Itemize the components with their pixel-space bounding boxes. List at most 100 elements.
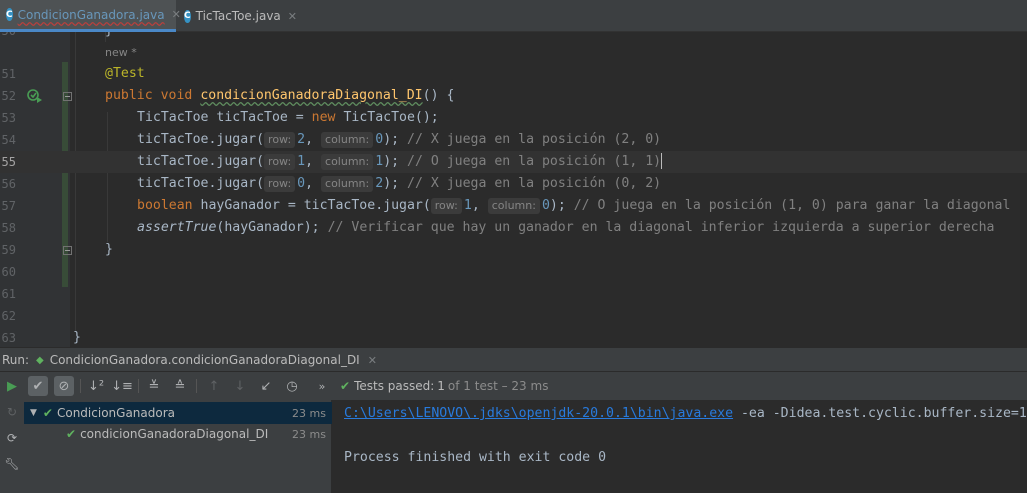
- separator: [196, 379, 197, 393]
- code-line: 51 @Test: [0, 63, 1027, 85]
- run-config-tab[interactable]: ◆ CondicionGanadora.condicionGanadoraDia…: [36, 348, 377, 372]
- fold-icon[interactable]: [63, 246, 72, 255]
- line-number: 56: [1, 177, 16, 191]
- separator: [138, 379, 139, 393]
- tab-label: TicTacToe.java: [195, 9, 281, 23]
- parameter-hint: row:: [264, 154, 296, 170]
- code-line: 54 ticTacToe.jugar(row: 2, column: 0); // …: [0, 129, 1027, 151]
- run-panel-header: Run: ◆ CondicionGanadora.condicionGanado…: [0, 347, 1027, 371]
- tab-condicion-ganadora[interactable]: C CondicionGanadora.java ✕: [0, 0, 181, 32]
- parameter-hint: row:: [430, 198, 462, 214]
- parameter-hint: row:: [264, 132, 296, 148]
- sort-by-duration-icon[interactable]: ↓≡: [111, 376, 133, 396]
- check-icon: ✔: [66, 427, 77, 441]
- parameter-hint: row:: [264, 176, 296, 192]
- expand-all-icon[interactable]: ≚: [144, 376, 164, 396]
- test-class-label: CondicionGanadora: [56, 406, 175, 420]
- code-text: }: [105, 32, 113, 42]
- show-ignored-icon[interactable]: ⊘: [54, 376, 74, 396]
- status-count: 1: [437, 379, 445, 393]
- console-line: C:\Users\LENOVO\.jdks\openjdk-20.0.1\bin…: [344, 403, 1027, 425]
- code-line: 56 ticTacToe.jugar(row: 0, column: 2); // …: [0, 173, 1027, 195]
- test-method-label: condicionGanadoraDiagonal_DI: [80, 427, 269, 441]
- line-number: 63: [1, 331, 16, 345]
- code-text: ticTacToe.jugar(row: 0, column: 2); // X j…: [137, 176, 662, 192]
- line-number: 61: [1, 287, 16, 301]
- rerun-icon[interactable]: ▶: [2, 376, 22, 396]
- code-text: }: [73, 330, 81, 345]
- line-number: 62: [1, 309, 16, 323]
- import-tests-icon[interactable]: ↙: [256, 376, 276, 396]
- line-number: 55: [1, 155, 16, 169]
- next-failed-icon[interactable]: ↓: [230, 376, 250, 396]
- text-caret: [661, 153, 663, 169]
- tab-tictactoe[interactable]: C TicTacToe.java ✕: [178, 0, 302, 32]
- tree-row-method[interactable]: ✔ condicionGanadoraDiagonal_DI 23 ms: [24, 423, 332, 445]
- code-text: ticTacToe.jugar(row: 1, column: 1); // O j…: [137, 153, 663, 170]
- code-text: ticTacToe.jugar(row: 2, column: 0); // X j…: [137, 132, 662, 148]
- chevron-down-icon[interactable]: ▼: [30, 408, 37, 418]
- line-number: 59: [1, 243, 16, 257]
- code-text: assertTrue(hayGanador); // Verificar que…: [137, 220, 995, 235]
- code-text: }: [105, 242, 113, 257]
- line-number: 50: [0, 32, 16, 42]
- collapse-all-icon[interactable]: ≙: [170, 376, 190, 396]
- sort-alphabetically-icon[interactable]: ↓²: [86, 376, 106, 396]
- check-icon: ✔: [42, 406, 53, 420]
- line-number: 57: [1, 199, 16, 213]
- rerun-failed-icon[interactable]: ↻: [2, 402, 22, 422]
- status-text: Tests passed:: [354, 379, 435, 393]
- close-icon[interactable]: ✕: [288, 10, 297, 23]
- code-line: 58 assertTrue(hayGanador); // Verificar …: [0, 217, 1027, 239]
- code-line: 60: [0, 261, 1027, 283]
- parameter-hint: column:: [487, 198, 540, 214]
- run-config-label: CondicionGanadora.condicionGanadoraDiago…: [49, 353, 360, 367]
- code-editor[interactable]: 50 } new * 51 @Test 52 public void condi…: [0, 32, 1027, 347]
- test-history-icon[interactable]: ◷: [282, 376, 302, 396]
- line-number: 54: [1, 133, 16, 147]
- toggle-auto-test-icon[interactable]: ⟳: [2, 428, 22, 448]
- tab-label: CondicionGanadora.java: [17, 7, 165, 22]
- test-tree: ▼ ✔ CondicionGanadora 23 ms ✔ condicionG…: [24, 400, 332, 493]
- wrench-icon[interactable]: 🔧︎: [2, 454, 22, 474]
- code-line: 57 boolean hayGanador = ticTacToe.jugar(…: [0, 195, 1027, 217]
- editor-tab-bar: C CondicionGanadora.java ✕ C TicTacToe.j…: [0, 0, 1027, 32]
- test-config-icon: ◆: [36, 354, 44, 366]
- test-runner-toolbar: ✔ ⊘ ↓² ↓≡ ≚ ≙ ↑ ↓ ↙ ◷ » ✔ Tests passed: …: [24, 372, 1027, 400]
- test-duration: 23 ms: [292, 427, 326, 441]
- fold-icon[interactable]: [63, 92, 72, 101]
- code-line: 53 TicTacToe ticTacToe = new TicTacToe()…: [0, 107, 1027, 129]
- run-label: Run:: [2, 352, 30, 367]
- code-line: 62: [0, 305, 1027, 327]
- code-line-current: 55 ticTacToe.jugar(row: 1, column: 1); // …: [0, 151, 1027, 173]
- line-number: 52: [1, 89, 16, 103]
- line-number: 58: [1, 221, 16, 235]
- code-line: 59 }: [0, 239, 1027, 261]
- java-class-icon: C: [6, 8, 13, 21]
- code-text: TicTacToe ticTacToe = new TicTacToe();: [137, 110, 439, 125]
- parameter-hint: column:: [321, 154, 374, 170]
- author-hint[interactable]: new *: [105, 42, 137, 64]
- test-status: ✔ Tests passed: 1 of 1 test – 23 ms: [340, 372, 548, 400]
- run-side-toolbar: ▶ ↻ ⟳ 🔧︎: [0, 372, 24, 493]
- java-args: -ea -Didea.test.cyclic.buffer.size=1: [733, 406, 1027, 421]
- code-line: 63 }: [0, 327, 1027, 347]
- more-actions-icon[interactable]: »: [312, 376, 332, 396]
- test-duration: 23 ms: [292, 406, 326, 420]
- run-test-icon[interactable]: [27, 88, 43, 104]
- code-line: 52 public void condicionGanadoraDiagonal…: [0, 85, 1027, 107]
- console-line: Process finished with exit code 0: [344, 450, 607, 465]
- code-text: @Test: [105, 66, 145, 81]
- parameter-hint: column:: [321, 176, 374, 192]
- line-number: 60: [1, 265, 16, 279]
- code-text: public void condicionGanadoraDiagonal_DI…: [105, 88, 455, 103]
- separator: [80, 379, 81, 393]
- console-output[interactable]: C:\Users\LENOVO\.jdks\openjdk-20.0.1\bin…: [332, 400, 1027, 493]
- show-passed-icon[interactable]: ✔: [28, 376, 48, 396]
- java-path-link[interactable]: C:\Users\LENOVO\.jdks\openjdk-20.0.1\bin…: [344, 406, 733, 421]
- previous-failed-icon[interactable]: ↑: [204, 376, 224, 396]
- tree-row-class[interactable]: ▼ ✔ CondicionGanadora 23 ms: [24, 402, 332, 424]
- line-number: 51: [1, 67, 16, 81]
- code-line: 61: [0, 283, 1027, 305]
- close-icon[interactable]: ✕: [368, 354, 377, 367]
